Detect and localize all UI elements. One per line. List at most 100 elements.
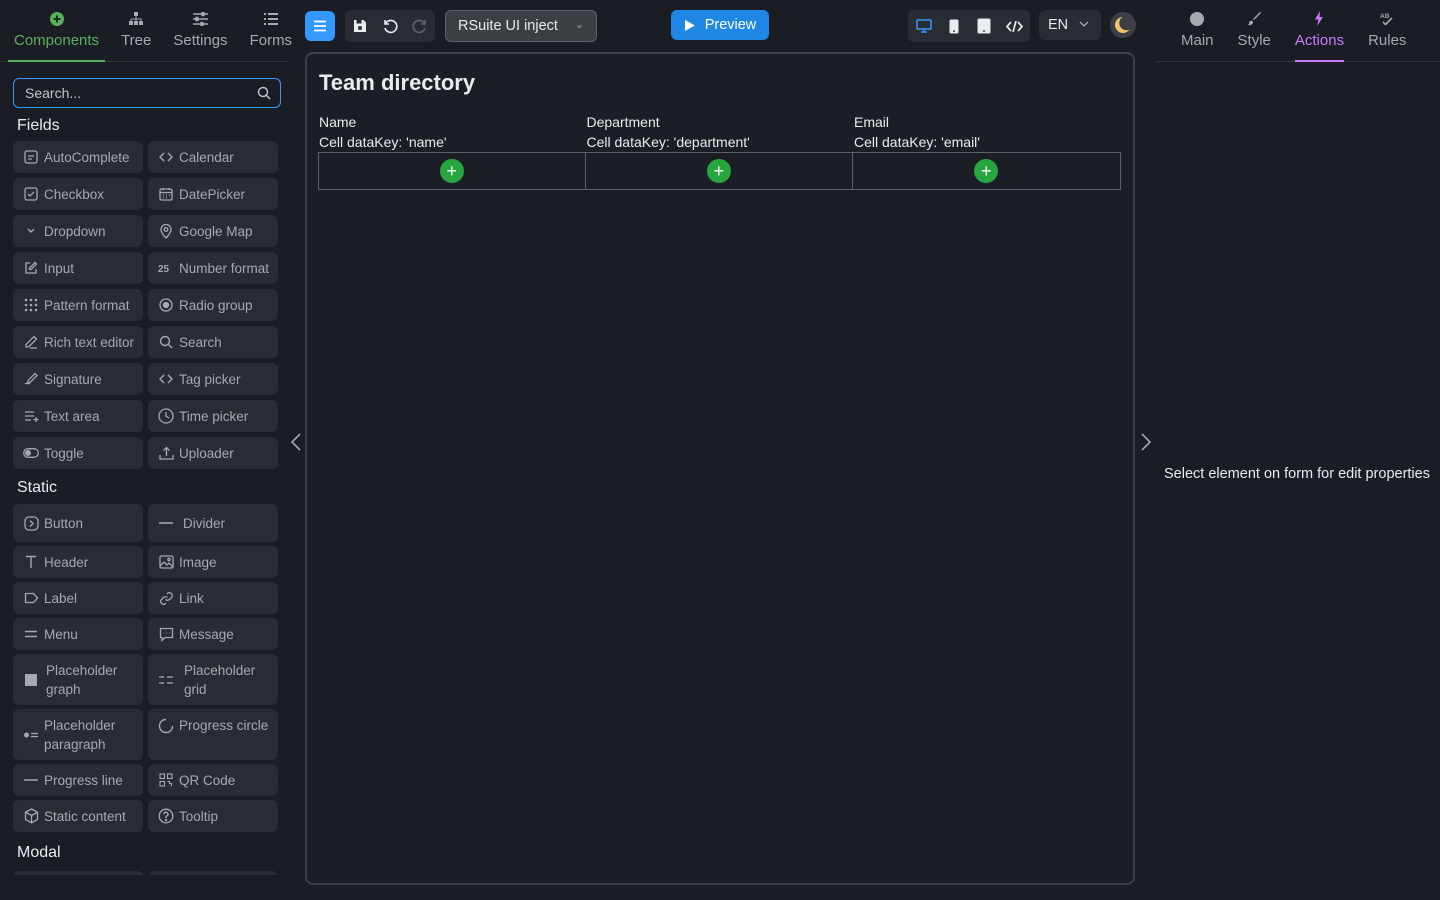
column-cell-key: Cell dataKey: 'email' [854, 134, 980, 150]
tab-style[interactable]: Style [1238, 0, 1271, 61]
tab-components-label: Components [14, 32, 100, 49]
table-cell[interactable]: + [585, 152, 853, 190]
fields-grid: AutoComplete Calendar Checkbox DatePicke… [13, 141, 285, 469]
component-button[interactable]: Button [13, 504, 143, 542]
tab-tree[interactable]: Tree [115, 0, 157, 61]
qr-code-icon [156, 773, 176, 787]
item-label: QR Code [179, 772, 236, 788]
code-view-button[interactable] [999, 10, 1029, 42]
table-cell[interactable]: + [853, 152, 1121, 190]
component-placeholder-graph[interactable]: Placeholder graph [13, 654, 143, 705]
chevron-down-icon [21, 227, 41, 235]
component-number-format[interactable]: 25 Number format [148, 252, 278, 284]
add-component-button[interactable]: + [974, 159, 999, 183]
component-toggle[interactable]: Toggle [13, 437, 143, 469]
component-placeholder-paragraph[interactable]: Placeholder paragraph [13, 709, 143, 760]
component-radio-group[interactable]: Radio group [148, 289, 278, 321]
component-progress-line[interactable]: Progress line [13, 764, 143, 796]
table-cell[interactable]: + [318, 152, 586, 190]
form-canvas[interactable]: Team directory Name Cell dataKey: 'name'… [305, 52, 1135, 885]
component-static-content[interactable]: Static content [13, 800, 143, 832]
component-google-map[interactable]: Google Map [148, 215, 278, 247]
component-signature[interactable]: Signature [13, 363, 143, 395]
svg-text:25: 25 [158, 264, 170, 274]
search-icon[interactable] [257, 86, 271, 100]
component-rich-text-editor[interactable]: Rich text editor [13, 326, 143, 358]
component-tooltip[interactable]: Tooltip [148, 800, 278, 832]
table-column[interactable]: Name Cell dataKey: 'name' + [318, 112, 586, 190]
component-text-area[interactable]: Text area [13, 400, 143, 432]
component-label[interactable]: Label [13, 582, 143, 614]
hamburger-menu-button[interactable] [305, 11, 335, 41]
tablet-view-button[interactable] [969, 10, 999, 42]
component-modal-item[interactable] [13, 871, 143, 875]
item-label: Placeholder grid [184, 662, 256, 697]
component-modal-item[interactable] [148, 871, 278, 875]
help-circle-icon [156, 808, 176, 824]
collapse-left-panel-icon[interactable] [289, 432, 303, 452]
tree-icon [129, 12, 144, 25]
component-link[interactable]: Link [148, 582, 278, 614]
save-button[interactable] [345, 10, 375, 42]
component-pattern-format[interactable]: Pattern format [13, 289, 143, 321]
component-qr-code[interactable]: QR Code [148, 764, 278, 796]
form-select[interactable]: RSuite UI inject ⌄ [445, 10, 597, 42]
add-component-button[interactable]: + [439, 159, 464, 183]
redo-button[interactable] [405, 10, 435, 42]
component-uploader[interactable]: Uploader [148, 437, 278, 469]
tab-main[interactable]: Main [1181, 0, 1214, 61]
tab-tree-label: Tree [121, 32, 152, 49]
component-calendar[interactable]: Calendar [148, 141, 278, 173]
form-title[interactable]: Team directory [319, 70, 475, 96]
tab-forms[interactable]: Forms [244, 0, 299, 61]
component-divider[interactable]: Divider [148, 504, 278, 542]
tab-settings[interactable]: Settings [167, 0, 233, 61]
theme-toggle-button[interactable] [1110, 12, 1136, 38]
component-tag-picker[interactable]: Tag picker [148, 363, 278, 395]
table-column[interactable]: Department Cell dataKey: 'department' + [585, 112, 853, 190]
add-component-button[interactable]: + [706, 159, 731, 183]
component-input[interactable]: Input [13, 252, 143, 284]
item-label: Header [44, 554, 89, 570]
chevron-down-icon [1079, 21, 1089, 27]
language-select[interactable]: EN [1039, 10, 1101, 40]
component-progress-circle[interactable]: Progress circle [148, 709, 278, 760]
component-image[interactable]: Image [148, 546, 278, 578]
table-column[interactable]: Email Cell dataKey: 'email' + [853, 112, 1121, 190]
sliders-icon [192, 12, 208, 26]
component-message[interactable]: Message [148, 618, 278, 650]
pen-icon [21, 335, 41, 349]
component-header[interactable]: Header [13, 546, 143, 578]
code-brackets-icon [156, 373, 176, 385]
components-list[interactable]: Fields AutoComplete Calendar Checkbox Da… [13, 112, 285, 875]
tab-actions[interactable]: Actions [1294, 0, 1345, 62]
tab-components[interactable]: Components [8, 0, 106, 62]
collapse-right-panel-icon[interactable] [1139, 432, 1153, 452]
tab-style-label: Style [1237, 32, 1271, 49]
item-label: Dropdown [44, 223, 106, 239]
component-dropdown[interactable]: Dropdown [13, 215, 143, 247]
component-placeholder-grid[interactable]: Placeholder grid [148, 654, 278, 705]
mobile-view-button[interactable] [939, 10, 969, 42]
component-checkbox[interactable]: Checkbox [13, 178, 143, 210]
upload-icon [156, 446, 176, 460]
component-search[interactable]: Search [148, 326, 278, 358]
preview-button[interactable]: Preview [671, 10, 769, 40]
component-autocomplete[interactable]: AutoComplete [13, 141, 143, 173]
component-datepicker[interactable]: DatePicker [148, 178, 278, 210]
search-input[interactable] [14, 85, 244, 101]
component-time-picker[interactable]: Time picker [148, 400, 278, 432]
tab-rules[interactable]: AB Rules [1368, 0, 1406, 61]
plus-icon: + [713, 160, 724, 181]
grid-lines-icon [156, 674, 176, 686]
plus-circle-icon [49, 12, 64, 26]
data-table[interactable]: Name Cell dataKey: 'name' + Department C… [318, 112, 1121, 190]
code-brackets-icon [156, 151, 176, 163]
desktop-view-button[interactable] [909, 10, 939, 42]
undo-button[interactable] [375, 10, 405, 42]
square-fill-icon [21, 673, 41, 687]
item-label: Tooltip [179, 808, 219, 824]
component-menu[interactable]: Menu [13, 618, 143, 650]
autocomplete-icon [21, 150, 41, 164]
item-label: Calendar [179, 149, 234, 165]
